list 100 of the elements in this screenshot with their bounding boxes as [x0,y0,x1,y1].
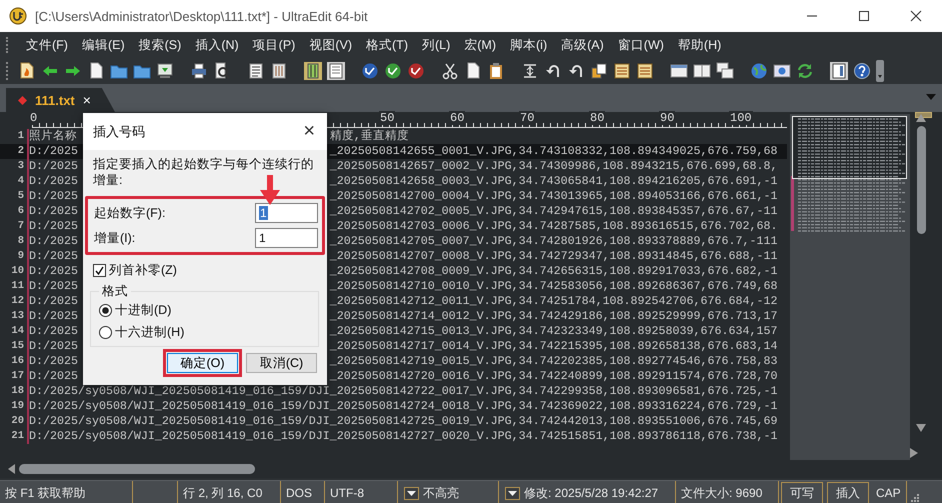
line-number: 8 [0,234,29,249]
book-icon[interactable] [613,62,631,80]
code-text: _20250508142714_0012_V.JPG,34.742429186,108.892529999,676.713,17 [330,308,778,324]
dropdown-icon[interactable] [926,94,936,100]
checkbox[interactable] [93,264,106,277]
code-text: D:/2025 [29,354,78,369]
code-text: _20250508142705_0007_V.JPG,34.742801926,108.893378889,676.7,-111 [330,234,778,249]
cursor-position: 行 2, 列 16, C0 [178,481,281,503]
radio-label: 十进制(D) [115,302,172,319]
menu-item[interactable]: 宏(M) [457,34,504,56]
menu-item[interactable]: 列(L) [414,34,458,56]
horizontal-scroll-thumb[interactable] [19,464,255,474]
resize-grip-icon[interactable] [910,494,919,502]
checkmark-badge-icon[interactable] [384,62,402,80]
maximize-icon[interactable] [858,10,870,22]
line-number: 19 [0,398,29,414]
code-text: D:/2025/sy0508/WJI_202505081419_016_159/DJI_20250508142727_0020_V.JPG,34.742515851,108.893786118,676.738,-1 [29,428,778,444]
toolbar-overflow-icon[interactable] [876,60,884,82]
clipboard-icon[interactable] [487,62,505,80]
help-circle-icon[interactable] [853,62,871,80]
radio-button[interactable] [99,304,112,317]
write-mode-button[interactable]: 可写 [781,482,823,503]
vertical-scroll-thumb[interactable] [916,126,926,234]
code-text: _20250508142708_0009_V.JPG,34.742656315,108.892917033,676.682,-1 [330,264,778,279]
split-lines-icon[interactable] [521,62,539,80]
input-field[interactable]: 1 [255,203,318,223]
line-number: 3 [0,158,29,174]
line-number: 20 [0,414,29,429]
checkmark-badge-icon[interactable] [407,62,425,80]
scroll-up-icon[interactable] [916,114,926,122]
line-number: 14 [0,324,29,339]
code-text: 精度,垂直精度 [330,128,409,144]
line-number: 10 [0,264,29,279]
refresh-icon[interactable] [796,62,814,80]
ruler-number: 70 [519,111,536,125]
menu-item[interactable]: 高级(A) [554,34,611,56]
line-number: 5 [0,188,29,204]
line-number: 7 [0,218,29,234]
stacked-pages-icon[interactable] [590,62,608,80]
menu-item[interactable]: 文件(F) [19,34,75,56]
globe-icon[interactable] [750,62,768,80]
curved-arrow-icon[interactable] [544,62,562,80]
highlight-dropdown[interactable]: 不高亮 [401,484,459,502]
code-text: D:/2025 [29,264,78,279]
code-text: _20250508142712_0011_V.JPG,34.74251784,108.892542706,676.684,-12 [330,294,778,309]
field-label: 起始数字(F): [94,204,166,222]
insert-mode-button[interactable]: 插入 [827,482,869,503]
image-icon[interactable] [773,62,791,80]
code-text: D:/2025 [29,218,78,234]
window-icon[interactable] [670,62,688,80]
scroll-left-icon[interactable] [8,464,16,474]
instruction-text: 指定要插入的起始数字与每个连续行的增量: [93,156,315,188]
page-lines-icon[interactable] [327,62,345,80]
field-label: 增量(I): [94,230,136,246]
code-text: _20250508142703_0006_V.JPG,34.74287585,108.893616515,676.702,68. [330,218,778,234]
monitor-icon[interactable] [156,62,174,80]
menu-item[interactable]: 视图(V) [302,34,360,56]
cascade-windows-icon[interactable] [716,62,734,80]
checkmark-badge-icon[interactable] [361,62,379,80]
code-text: D:/2025 [29,368,78,384]
status-help-text: 按 F1 获取帮助 [0,481,133,503]
line-number: 13 [0,308,29,324]
code-text: D:/2025 [29,204,78,219]
menu-item[interactable]: 编辑(E) [74,34,132,56]
code-text: D:/2025 [29,248,78,264]
scissors-icon[interactable] [441,62,459,80]
code-text: _20250508142655_0001_V.JPG,34.743108332,108.894349025,676.759,68 [330,144,778,159]
page-icon[interactable] [18,62,36,80]
scroll-down-icon[interactable] [916,424,926,432]
columns-icon[interactable] [304,62,322,80]
list-icon[interactable] [247,62,265,80]
code-text: _20250508142707_0008_V.JPG,34.742729347,108.89314845,676.688,-11 [330,248,778,264]
ruler-number: 90 [659,111,676,125]
menu-item[interactable]: 搜索(S) [132,34,188,56]
menu-item[interactable]: 帮助(H) [670,34,728,56]
code-text: D:/2025 [29,308,78,324]
menu-item[interactable]: 窗口(W) [610,34,671,56]
modified-time-dropdown[interactable]: 修改: 2025/5/28 19:42:27 [502,484,658,502]
line-number: 18 [0,384,29,399]
close-button[interactable]: × [299,120,319,143]
file-tab[interactable]: 111.txt × [6,88,115,112]
book-icon[interactable] [636,62,654,80]
menu-item[interactable]: 插入(N) [188,34,246,56]
curved-arrow-icon[interactable] [567,62,585,80]
printer-icon[interactable] [190,62,208,80]
grid-icon[interactable] [270,62,288,80]
code-text: _20250508142717_0014_V.JPG,34.742215395,108.892658138,676.683,14 [330,338,778,354]
tab-close-button[interactable]: × [82,92,101,108]
input-field[interactable]: 1 [255,228,318,248]
radio-button[interactable] [99,326,112,339]
close-icon[interactable] [910,10,922,22]
code-text: D:/2025 [29,174,78,189]
menu-item[interactable]: 项目(P) [246,34,302,56]
line-number: 15 [0,338,29,354]
menu-item[interactable]: 格式(T) [359,34,415,56]
split-window-icon[interactable] [693,62,711,80]
cancel-button[interactable]: 取消(C) [246,353,317,373]
menu-item[interactable]: 脚本(i) [503,34,554,56]
caret-icon [404,486,419,500]
panel-icon[interactable] [830,62,848,80]
